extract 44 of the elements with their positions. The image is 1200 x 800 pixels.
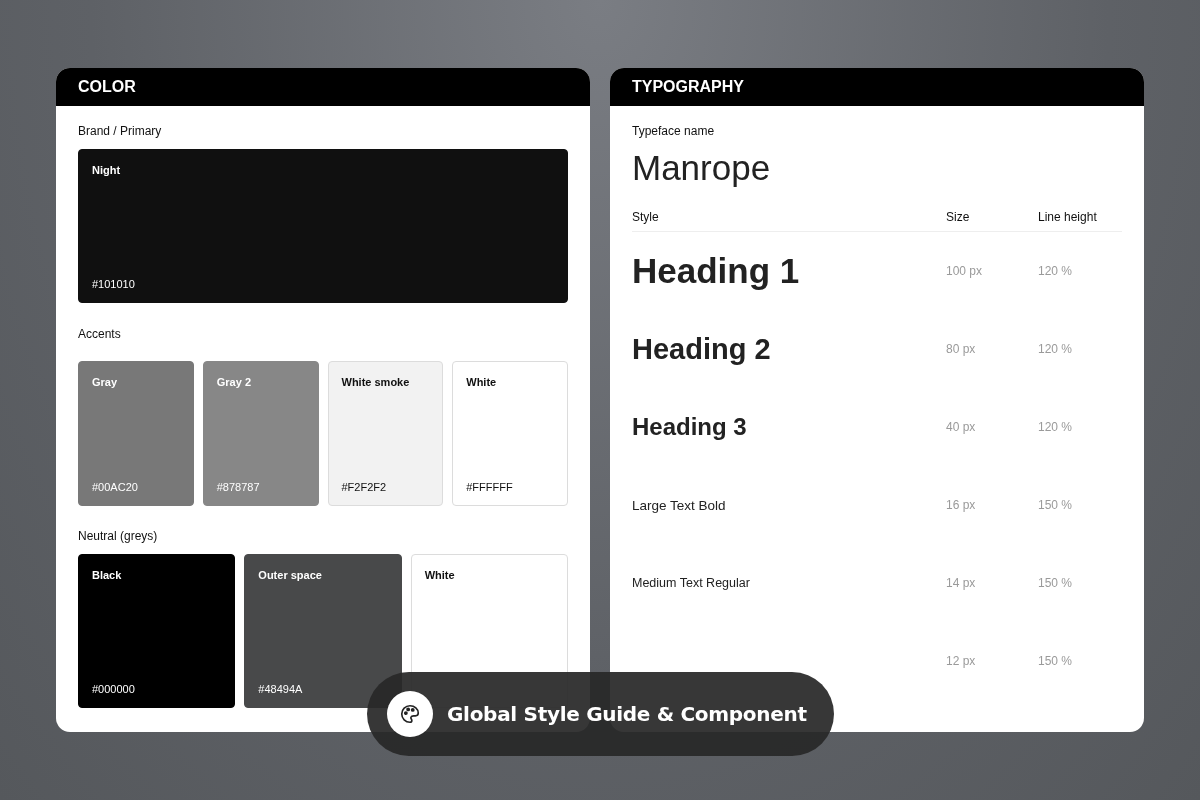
swatch-name: Black xyxy=(92,569,122,581)
style-sample: Medium Text Regular xyxy=(632,576,750,590)
swatch-name: Gray 2 xyxy=(216,376,251,388)
size-value: 80 px xyxy=(946,342,976,356)
palette-icon xyxy=(399,703,421,725)
column-header: Style xyxy=(632,210,659,224)
swatch-hex: #FFFFFF xyxy=(466,481,513,493)
swatch-hex: #F2F2F2 xyxy=(341,481,387,493)
group-label: Brand / Primary xyxy=(78,124,163,138)
swatch-hex: #101010 xyxy=(92,278,135,290)
swatch-name: Outer space xyxy=(258,569,322,581)
line-height-value: 120 % xyxy=(1038,264,1073,278)
swatch-hex: #00AC20 xyxy=(92,481,138,493)
size-value: 12 px xyxy=(946,654,976,668)
typeface-name: Manrope xyxy=(632,148,771,188)
style-sample: Heading 1 xyxy=(632,251,800,291)
card-title: TYPOGRAPHY xyxy=(632,78,744,96)
group-label: Neutral (greys) xyxy=(78,529,159,543)
line-height-value: 120 % xyxy=(1038,420,1073,434)
style-sample: Large Text Bold xyxy=(632,497,726,513)
size-value: 40 px xyxy=(946,420,976,434)
size-value: 100 px xyxy=(946,264,983,278)
swatch-name: White xyxy=(466,376,497,388)
swatch-name: White smoke xyxy=(341,376,410,388)
style-sample: Heading 3 xyxy=(632,413,747,441)
column-header: Size xyxy=(946,210,970,224)
group-label: Accents xyxy=(78,327,122,341)
swatch-name: White xyxy=(424,569,455,581)
swatch-hex: #000000 xyxy=(92,683,135,695)
size-value: 14 px xyxy=(946,576,976,590)
line-height-value: 150 % xyxy=(1038,498,1073,512)
card-title: COLOR xyxy=(78,78,136,96)
swatch-name: Gray xyxy=(92,376,118,388)
typeface-label: Typeface name xyxy=(632,124,715,138)
style-sample: Heading 2 xyxy=(632,332,771,366)
line-height-value: 150 % xyxy=(1038,654,1073,668)
line-height-value: 150 % xyxy=(1038,576,1073,590)
swatch-hex: #878787 xyxy=(216,481,260,493)
badge-label: Global Style Guide & Component xyxy=(447,702,807,726)
swatch-hex: #48494A xyxy=(258,683,303,695)
line-height-value: 120 % xyxy=(1038,342,1073,356)
column-header: Line height xyxy=(1038,210,1097,224)
swatch-name: Night xyxy=(92,164,121,176)
size-value: 16 px xyxy=(946,498,976,512)
